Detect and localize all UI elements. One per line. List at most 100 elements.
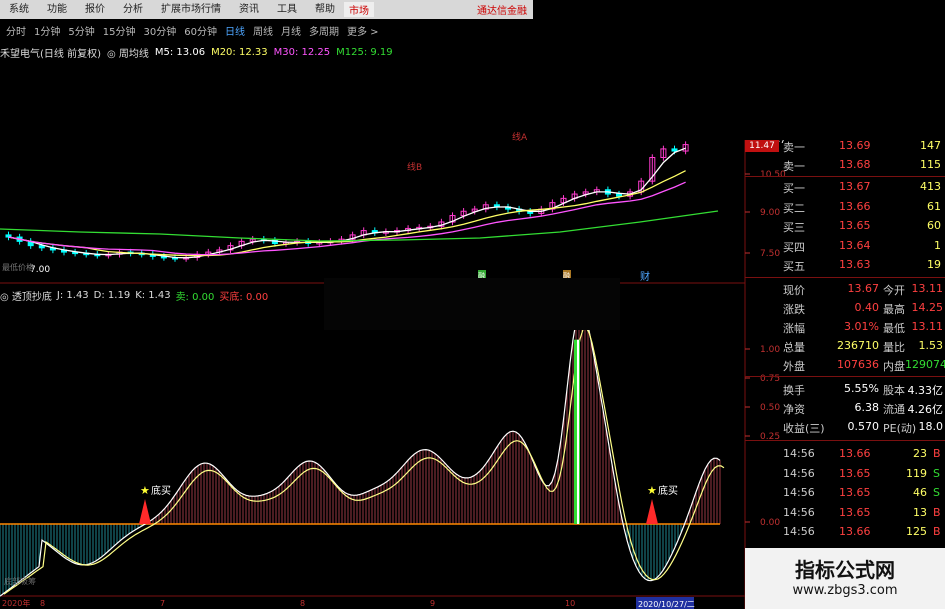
buy-signal-2-label: 底买 (658, 484, 678, 497)
indicator-d-line (3, 326, 725, 595)
period-tab-more[interactable]: 更多 > (347, 23, 379, 38)
bid-price: 13.67 (839, 180, 871, 193)
ma-indicator-name[interactable]: ◎ 周均线 (107, 45, 149, 60)
quote-panel: 11.47 卖一 13.69 147 卖一 13.68 115 买一 13.67 413 买二 13.… (745, 137, 945, 609)
time-axis-label: 10 (565, 599, 575, 608)
stat-value-2: 1.53 (918, 339, 944, 352)
bid-price: 13.63 (839, 258, 871, 271)
stat-row: 涨跌 0.40 最高 14.25 (745, 299, 945, 318)
period-tab-timeshare[interactable]: 分时 (6, 23, 26, 38)
tick-side: B (933, 525, 941, 538)
period-tab-multi[interactable]: 多周期 (309, 23, 339, 38)
menu-item-quote[interactable]: 报价 (76, 0, 114, 19)
watermark-url: www.zbgs3.com (792, 582, 898, 598)
bid-label: 买一 (783, 182, 805, 195)
stat-label-2: 最高 (883, 303, 905, 316)
buy-signal-2-arrow (646, 499, 658, 524)
period-tab-weekly[interactable]: 周线 (253, 23, 273, 38)
tick-volume: 125 (906, 525, 927, 538)
stat-label: 外盘 (783, 360, 805, 373)
bid-price: 13.65 (839, 219, 871, 232)
fund-label: 换手 (783, 384, 805, 397)
marker-line-b: 线B (407, 161, 422, 173)
stat-value-2: 13.11 (911, 282, 944, 295)
ask-price: 13.69 (839, 139, 871, 152)
quote-separator (745, 277, 945, 278)
watermark-title: 指标公式网 (795, 557, 895, 582)
period-tab-daily[interactable]: 日线 (225, 23, 245, 38)
tick-volume: 46 (913, 486, 927, 499)
menu-item-function[interactable]: 功能 (38, 0, 76, 19)
bid-volume: 61 (927, 199, 941, 213)
menu-item-tools[interactable]: 工具 (268, 0, 306, 19)
period-tab-monthly[interactable]: 月线 (281, 23, 301, 38)
menu-item-extended-market[interactable]: 扩展市场行情 (152, 0, 230, 19)
time-axis-label: 7 (160, 599, 165, 608)
ma30-value: M30: 12.25 (273, 46, 331, 58)
fund-label-2: 流通 (883, 403, 905, 416)
bid-volume: 19 (927, 258, 941, 271)
menu-item-system[interactable]: 系统 (0, 0, 38, 19)
quote-separator (745, 376, 945, 377)
tick-time: 14:56 (783, 486, 815, 499)
bid-volume: 1 (934, 238, 941, 252)
marker-line-a: 线A (512, 131, 528, 143)
market-button[interactable]: 市场 (344, 2, 374, 17)
tick-price: 13.66 (839, 525, 871, 538)
chart-grid: 11.4710.509.007.501.000.750.500.250.0020… (0, 136, 786, 609)
indicator-legend: ◎ 透顶抄底 J: 1.43 D: 1.19 K: 1.43 卖: 0.00 买… (0, 287, 273, 303)
bid-row: 买一 13.67 413 (745, 178, 945, 197)
tick-volume: 13 (913, 505, 927, 519)
stat-row: 外盘 107636 内盘 129074 (745, 356, 945, 375)
menu-item-analysis[interactable]: 分析 (114, 0, 152, 19)
menu-item-news[interactable]: 资讯 (230, 0, 268, 19)
quote-separator (745, 176, 945, 177)
ma125-value: M125: 9.19 (336, 46, 393, 58)
fund-value-2: 18.0 (918, 420, 944, 433)
ma-legend: 禾望电气(日线 前复权) ◎ 周均线 M5: 13.06 M20: 12.33 … (0, 44, 399, 60)
ask-price: 13.68 (839, 158, 871, 171)
ask-row: 卖一 13.69 147 (745, 137, 945, 156)
stat-label-2: 今开 (883, 284, 905, 297)
stat-row: 现价 13.67 今开 13.11 (745, 280, 945, 299)
stat-value: 13.67 (847, 282, 880, 295)
stat-label-2: 最低 (883, 322, 905, 335)
indicator-d: D: 1.19 (93, 289, 131, 301)
stat-value-2: 13.11 (911, 320, 944, 333)
watermark: 指标公式网 www.zbgs3.com (745, 548, 945, 609)
indicator-name[interactable]: ◎ 透顶抄底 (0, 288, 52, 303)
app-brand-text: 通达信金融 (477, 6, 527, 17)
stat-label-2: 量比 (883, 341, 905, 354)
stat-value: 107636 (837, 358, 879, 371)
fund-value: 5.55% (844, 382, 879, 395)
stat-label: 现价 (783, 284, 805, 297)
buy-signal-1-label: 底买 (151, 484, 171, 497)
bid-price: 13.64 (839, 238, 871, 252)
buy-signal-2-star: ★ (647, 484, 657, 497)
tick-side: B (933, 505, 941, 519)
period-tab-15min[interactable]: 15分钟 (103, 23, 136, 38)
bottom-note: 底部吸筹 (4, 576, 36, 586)
menu-item-help[interactable]: 帮助 (306, 0, 344, 19)
period-tab-30min[interactable]: 30分钟 (143, 23, 176, 38)
stat-value: 3.01% (844, 320, 879, 333)
indicator-k: K: 1.43 (135, 289, 171, 301)
bid-volume: 60 (927, 219, 941, 232)
time-axis-label: 8 (40, 599, 45, 608)
fund-value: 0.570 (847, 420, 880, 433)
ask-row: 卖一 13.68 115 (745, 156, 945, 175)
bid-label: 买二 (783, 201, 805, 215)
indicator-histogram (0, 309, 721, 597)
period-tab-1min[interactable]: 1分钟 (34, 23, 60, 38)
stat-row: 涨幅 3.01% 最低 13.11 (745, 318, 945, 337)
period-tab-5min[interactable]: 5分钟 (68, 23, 94, 38)
stat-row: 总量 236710 量比 1.53 (745, 337, 945, 356)
fund-row: 收益(三) 0.570 PE(动) 18.0 (745, 418, 945, 437)
moving-average-lines (0, 147, 719, 259)
ask-volume: 147 (920, 139, 941, 152)
period-tab-60min[interactable]: 60分钟 (184, 23, 217, 38)
buy-signal-1-arrow (139, 499, 151, 524)
tick-volume: 23 (913, 447, 927, 460)
fund-value: 6.38 (854, 401, 880, 414)
quote-separator (745, 440, 945, 441)
